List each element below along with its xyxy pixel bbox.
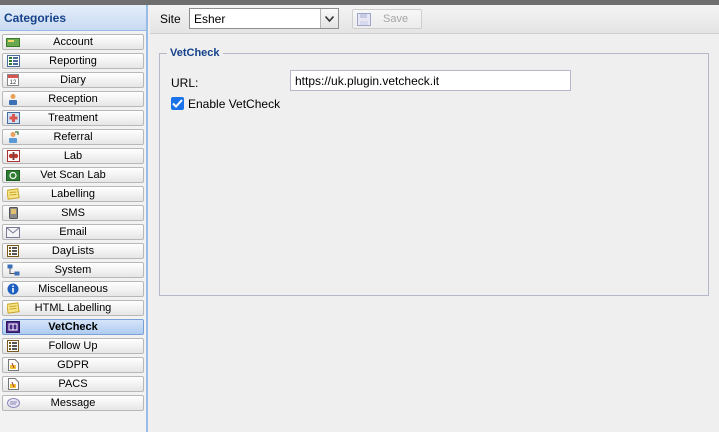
main-panel: Site Esher Save VetCheck URL: https://uk… <box>150 5 719 432</box>
category-daylists[interactable]: DayLists <box>2 243 144 259</box>
site-label: Site <box>160 12 181 26</box>
category-html-labelling[interactable]: HTML Labelling <box>2 300 144 316</box>
referral-icon <box>6 131 20 143</box>
category-label: SMS <box>61 207 85 219</box>
report-icon <box>6 55 20 67</box>
save-button[interactable]: Save <box>352 9 422 29</box>
category-miscellaneous[interactable]: Miscellaneous <box>2 281 144 297</box>
sidebar-title: Categories <box>0 5 146 31</box>
category-label: PACS <box>58 378 88 390</box>
category-referral[interactable]: Referral <box>2 129 144 145</box>
label-icon <box>6 188 20 200</box>
fieldset-legend: VetCheck <box>167 47 223 59</box>
scan-icon <box>6 169 20 181</box>
label-icon <box>6 302 20 314</box>
category-label: VetCheck <box>48 321 98 333</box>
vetcheck-fieldset: VetCheck URL: Enable VetCheck <box>159 47 709 296</box>
category-label: Email <box>59 226 87 238</box>
person-icon <box>6 93 20 105</box>
info-icon <box>6 283 20 295</box>
category-label: Vet Scan Lab <box>40 169 106 181</box>
envelope-icon <box>6 226 20 238</box>
category-label: HTML Labelling <box>34 302 112 314</box>
category-label: Follow Up <box>48 340 98 352</box>
enable-vetcheck-checkbox[interactable] <box>171 97 184 110</box>
category-reporting[interactable]: Reporting <box>2 53 144 69</box>
category-sms[interactable]: SMS <box>2 205 144 221</box>
category-lab[interactable]: Lab <box>2 148 144 164</box>
categories-sidebar: Categories Account Reporting 12 Diary Recept… <box>0 5 148 432</box>
floppy-disk-icon <box>357 13 371 26</box>
category-email[interactable]: Email <box>2 224 144 240</box>
toolbar: Site Esher Save <box>150 5 719 34</box>
category-label: DayLists <box>51 245 95 257</box>
category-label: Labelling <box>50 188 96 200</box>
chevron-down-icon[interactable] <box>320 9 338 28</box>
calendar-icon: 12 <box>6 74 20 86</box>
document-icon <box>6 378 20 390</box>
url-input[interactable] <box>290 70 571 91</box>
url-label: URL: <box>171 76 199 90</box>
message-icon <box>6 397 20 409</box>
save-button-label: Save <box>383 13 409 25</box>
category-label: Lab <box>63 150 83 162</box>
lab-icon <box>6 150 20 162</box>
money-icon <box>6 36 20 48</box>
svg-text:12: 12 <box>10 80 17 86</box>
category-vet-scan-lab[interactable]: Vet Scan Lab <box>2 167 144 183</box>
category-label: System <box>54 264 92 276</box>
category-vetcheck[interactable]: VetCheck <box>2 319 144 335</box>
category-system[interactable]: System <box>2 262 144 278</box>
category-label: Diary <box>60 74 86 86</box>
network-icon <box>6 264 20 276</box>
category-reception[interactable]: Reception <box>2 91 144 107</box>
category-label: Reporting <box>49 55 97 67</box>
category-label: GDPR <box>57 359 89 371</box>
category-gdpr[interactable]: GDPR <box>2 357 144 373</box>
category-treatment[interactable]: Treatment <box>2 110 144 126</box>
category-label: Treatment <box>48 112 98 124</box>
category-follow-up[interactable]: Follow Up <box>2 338 144 354</box>
site-select-value: Esher <box>194 12 226 26</box>
category-label: Reception <box>48 93 98 105</box>
list-icon <box>6 340 20 352</box>
category-message[interactable]: Message <box>2 395 144 411</box>
category-labelling[interactable]: Labelling <box>2 186 144 202</box>
category-label: Miscellaneous <box>38 283 108 295</box>
medical-icon <box>6 112 20 124</box>
category-label: Account <box>53 36 93 48</box>
list-icon <box>6 245 20 257</box>
site-select[interactable]: Esher <box>189 8 339 29</box>
category-pacs[interactable]: PACS <box>2 376 144 392</box>
vetcheck-icon <box>6 321 20 333</box>
phone-icon <box>6 207 20 219</box>
category-label: Referral <box>53 131 93 143</box>
enable-vetcheck-label[interactable]: Enable VetCheck <box>188 97 280 111</box>
category-label: Message <box>50 397 96 409</box>
category-list: Account Reporting 12 Diary Reception Treatmen… <box>2 34 144 414</box>
category-account[interactable]: Account <box>2 34 144 50</box>
category-diary[interactable]: 12 Diary <box>2 72 144 88</box>
document-icon <box>6 359 20 371</box>
